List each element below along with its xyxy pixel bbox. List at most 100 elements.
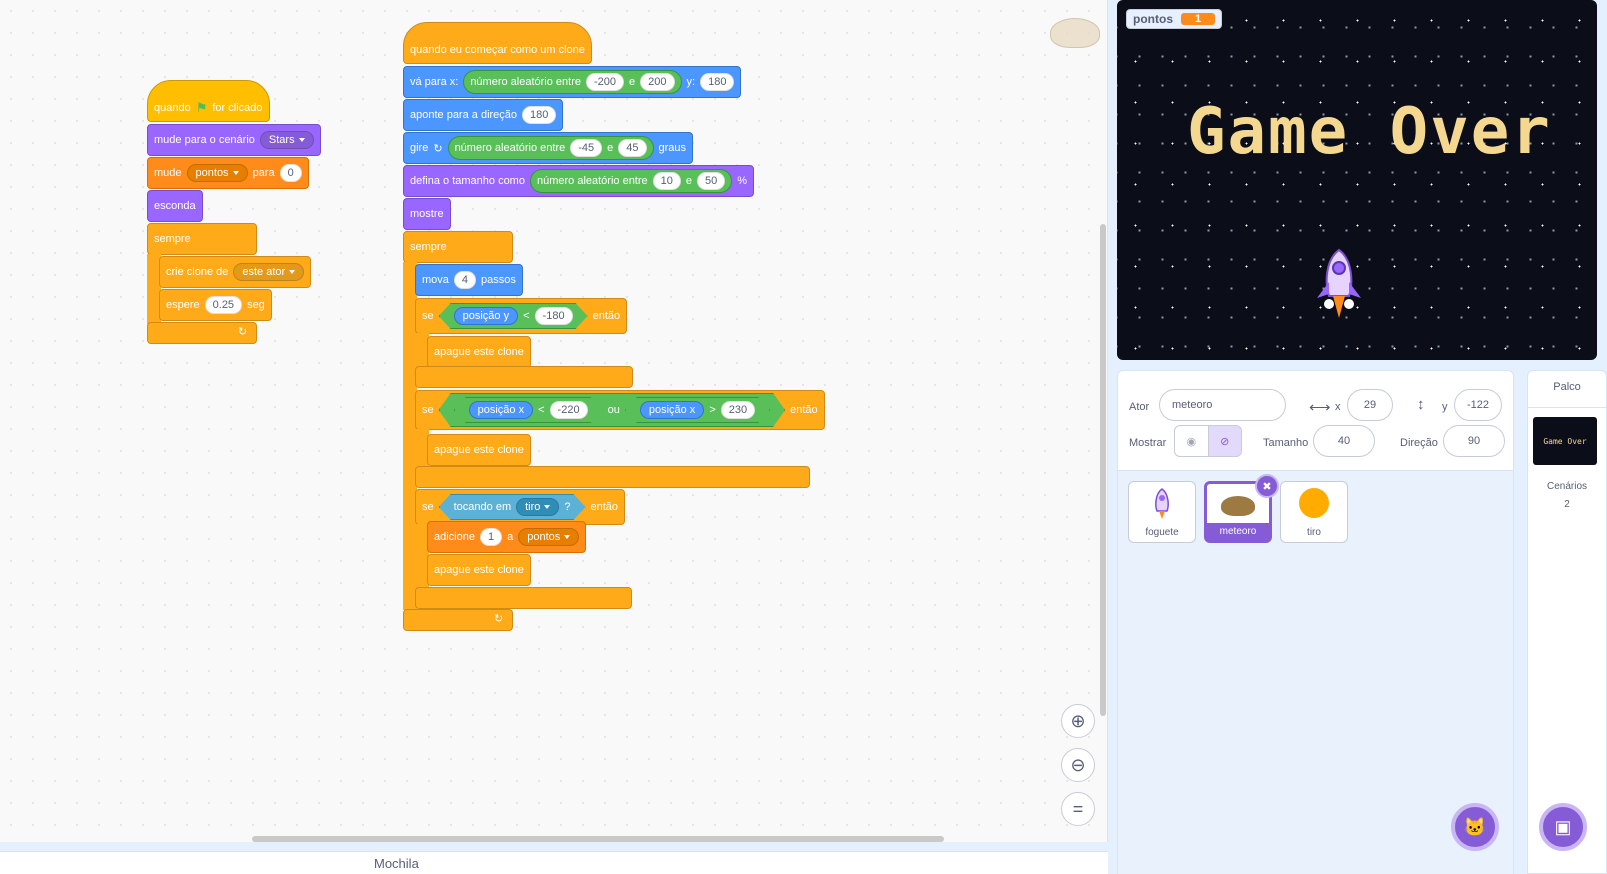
random-operator[interactable]: número aleatório entre -45 e 45 (447, 136, 654, 160)
set-variable-block[interactable]: mude pontos para 0 (147, 157, 309, 189)
greater-than-operator[interactable]: posição x > 230 (625, 397, 770, 423)
if-block[interactable]: se posição y < -180 então (415, 298, 628, 334)
x-position-reporter[interactable]: posição x (640, 401, 704, 419)
y-position-reporter[interactable]: posição y (454, 307, 518, 325)
zoom-reset-button[interactable]: = (1061, 792, 1095, 826)
if-block[interactable]: se tocando em tiro ? então (415, 489, 626, 525)
direction-label: Direção (1400, 437, 1438, 449)
sprite-name-label: Ator (1129, 401, 1150, 413)
x-min-input[interactable]: -220 (550, 401, 588, 419)
less-than-operator[interactable]: posição x < -220 (454, 397, 603, 423)
delete-clone-block[interactable]: apague este clone (427, 554, 531, 586)
sprite-tile-foguete[interactable]: foguete (1128, 481, 1196, 543)
set-value-input[interactable]: 0 (279, 164, 302, 182)
set-size-block[interactable]: defina o tamanho como número aleatório e… (403, 165, 755, 197)
show-button[interactable]: ◉ (1175, 426, 1208, 456)
goto-xy-block[interactable]: vá para x: número aleatório entre -200 e… (403, 66, 742, 98)
sprite-name-input[interactable]: meteoro (1159, 389, 1286, 421)
zoom-in-button[interactable]: ⊕ (1061, 704, 1095, 738)
x-input[interactable]: 29 (1347, 389, 1393, 421)
x-position-reporter[interactable]: posição x (469, 401, 533, 419)
change-variable-block[interactable]: adicione 1 a pontos (427, 521, 587, 553)
less-than-operator[interactable]: posição y < -180 (439, 303, 588, 329)
stage-target-panel[interactable]: Palco Game Over Cenários 2 ▣ (1527, 370, 1607, 874)
sprite-name: foguete (1145, 527, 1179, 538)
delete-clone-block[interactable]: apague este clone (427, 336, 531, 368)
hide-block[interactable]: esconda (147, 190, 203, 222)
or-operator[interactable]: posição x < -220 ou posição x > 230 (439, 393, 785, 427)
random-min-input[interactable]: 10 (652, 172, 681, 190)
cat-plus-icon: 🐱 (1463, 816, 1487, 837)
size-input[interactable]: 40 (1313, 425, 1375, 457)
forever-block[interactable]: sempre (147, 223, 257, 255)
if-end (415, 587, 632, 609)
touch-target-dropdown[interactable]: tiro (516, 498, 559, 516)
backpack-label: Mochila (374, 856, 419, 871)
sprite-tile-tiro[interactable]: tiro (1280, 481, 1348, 543)
switch-backdrop-block[interactable]: mude para o cenário Stars (147, 124, 321, 156)
stage[interactable]: pontos 1 Game Over (1117, 0, 1597, 360)
turn-block[interactable]: gire ↻ número aleatório entre -45 e 45 g… (403, 132, 694, 164)
variable-monitor[interactable]: pontos 1 (1126, 9, 1223, 29)
monitor-label: pontos (1133, 12, 1173, 26)
create-clone-block[interactable]: crie clone de este ator (159, 256, 312, 288)
random-min-input[interactable]: -200 (586, 73, 625, 91)
move-input[interactable]: 4 (453, 271, 477, 289)
when-clone-starts-block[interactable]: quando eu começar como um clone (403, 22, 592, 64)
delete-sprite-button[interactable]: ✖ (1255, 474, 1279, 498)
touching-sensor[interactable]: tocando em tiro ? (439, 494, 586, 520)
stage-thumbnail[interactable]: Game Over (1533, 417, 1597, 465)
sprite-name: tiro (1307, 527, 1321, 538)
show-block[interactable]: mostre (403, 198, 451, 230)
zoom-reset-icon: = (1072, 798, 1084, 819)
random-max-input[interactable]: 45 (618, 139, 647, 157)
x-max-input[interactable]: 230 (721, 401, 755, 419)
horizontal-scrollbar[interactable] (252, 836, 944, 842)
direction-input[interactable]: 90 (1443, 425, 1505, 457)
wait-block[interactable]: espere 0.25 seg (159, 289, 272, 321)
vertical-scrollbar[interactable] (1100, 224, 1106, 716)
point-direction-block[interactable]: aponte para a direção 180 (403, 99, 564, 131)
backdrop-dropdown[interactable]: Stars (259, 131, 314, 149)
delete-clone-block[interactable]: apague este clone (427, 434, 531, 466)
game-over-text: Game Over (1187, 95, 1552, 169)
wait-input[interactable]: 0.25 (204, 296, 243, 314)
sprite-tile-meteoro[interactable]: meteoro ✖ (1204, 474, 1279, 543)
direction-input[interactable]: 180 (522, 106, 557, 124)
y-limit-input[interactable]: -180 (535, 307, 573, 325)
backpack[interactable]: Mochila (0, 851, 1108, 874)
variable-dropdown[interactable]: pontos (186, 164, 248, 182)
y-input[interactable]: 180 (700, 73, 735, 91)
x-label: x (1335, 401, 1341, 413)
backdrops-label: Cenários (1546, 481, 1588, 492)
hide-button[interactable]: ⊘ (1207, 426, 1241, 456)
backdrops-count: 2 (1564, 499, 1570, 510)
y-arrows-icon: ↕ (1417, 396, 1425, 413)
sprite-name: meteoro (1207, 523, 1269, 540)
random-operator[interactable]: número aleatório entre -200 e 200 (463, 70, 682, 94)
random-max-input[interactable]: 200 (640, 73, 675, 91)
code-area[interactable]: quando ⚑ for clicado mude para o cenário… (0, 0, 1108, 842)
random-min-input[interactable]: -45 (570, 139, 603, 157)
image-plus-icon: ▣ (1554, 816, 1572, 837)
add-value-input[interactable]: 1 (479, 528, 503, 546)
if-block[interactable]: se posição x < -220 ou posição x > 230 e… (415, 390, 825, 430)
rocket-sprite (1317, 248, 1361, 318)
add-backdrop-button[interactable]: ▣ (1539, 803, 1587, 851)
y-input[interactable]: -122 (1454, 389, 1502, 421)
move-block[interactable]: mova 4 passos (415, 264, 523, 296)
add-sprite-button[interactable]: 🐱 (1451, 803, 1499, 851)
monitor-value: 1 (1181, 13, 1216, 25)
clone-target-dropdown[interactable]: este ator (233, 263, 305, 281)
show-toggle[interactable]: ◉ ⊘ (1174, 425, 1242, 457)
when-flag-clicked-block[interactable]: quando ⚑ for clicado (147, 80, 270, 122)
forever-block[interactable]: sempre (403, 231, 513, 263)
eye-slash-icon: ⊘ (1220, 435, 1230, 448)
sprite-ghost-icon (1050, 18, 1100, 48)
random-max-input[interactable]: 50 (697, 172, 726, 190)
sprite-panel: Ator meteoro ⟷ x 29 ↕ y -122 Mostrar ◉ ⊘… (1117, 370, 1514, 874)
random-operator[interactable]: número aleatório entre 10 e 50 (529, 169, 733, 193)
zoom-out-button[interactable]: ⊖ (1061, 748, 1095, 782)
variable-dropdown[interactable]: pontos (518, 528, 580, 546)
stage-thumbnail-text: Game Over (1543, 436, 1587, 446)
